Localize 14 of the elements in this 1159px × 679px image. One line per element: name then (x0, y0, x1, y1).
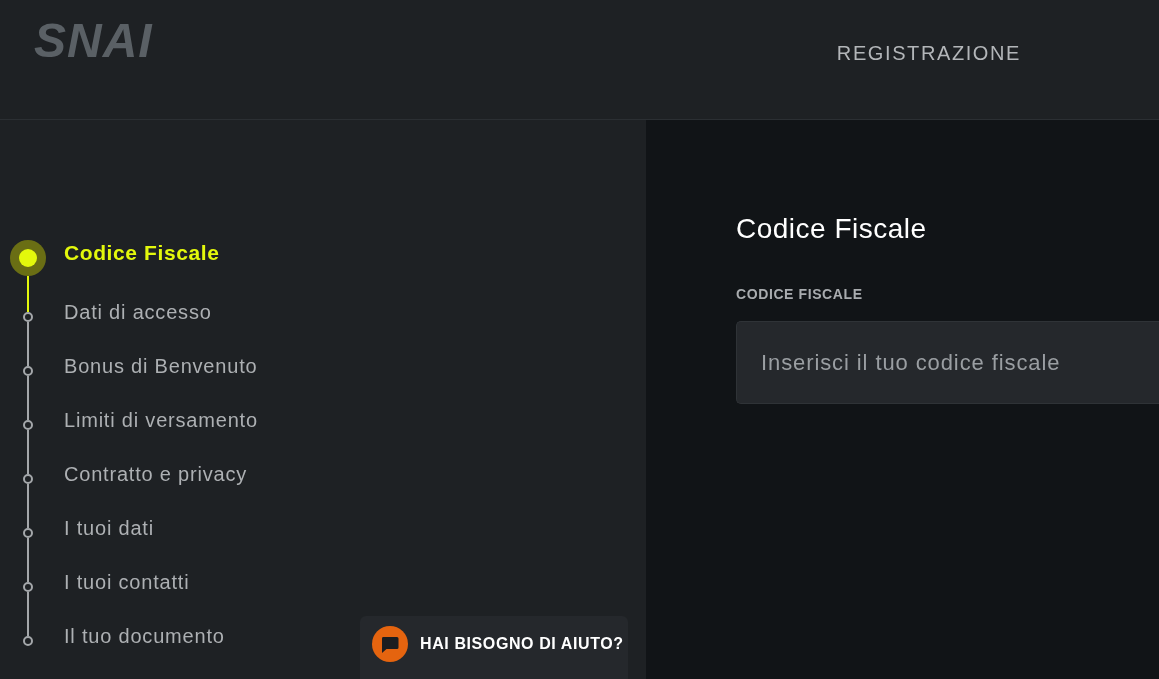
step-label: I tuoi contatti (64, 570, 190, 595)
help-button[interactable]: HAI BISOGNO DI AIUTO? (360, 616, 628, 679)
step-label: Codice Fiscale (64, 240, 220, 266)
page-title: REGISTRAZIONE (836, 41, 1021, 66)
step-label: Contratto e privacy (64, 462, 248, 487)
chat-icon (372, 625, 408, 662)
field-label: CODICE FISCALE (736, 285, 864, 303)
form-title: Codice Fiscale (736, 212, 928, 246)
step-label: I tuoi dati (64, 516, 154, 541)
tax-code-input[interactable]: Inserisci il tuo codice fiscale (736, 321, 1159, 404)
step-label: Bonus di Benvenuto (64, 354, 258, 379)
step-label: Il tuo documento (64, 624, 225, 649)
step-label: Dati di accesso (64, 300, 212, 325)
step-label: Limiti di versamento (64, 408, 258, 433)
